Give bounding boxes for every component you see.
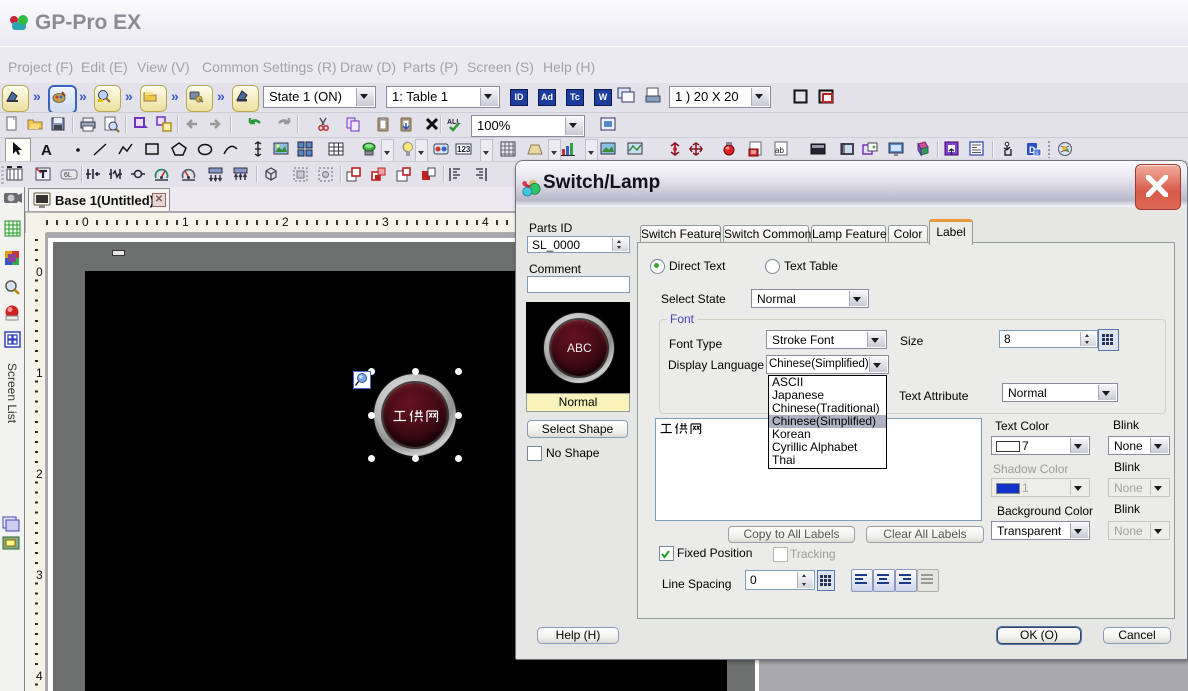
svg-text:123: 123 xyxy=(457,145,471,154)
svg-text:s: s xyxy=(1036,151,1039,157)
svg-text:ab: ab xyxy=(775,146,784,155)
svg-text:6L: 6L xyxy=(64,172,72,179)
svg-text:ALL: ALL xyxy=(447,119,461,126)
svg-text:A: A xyxy=(41,142,52,158)
